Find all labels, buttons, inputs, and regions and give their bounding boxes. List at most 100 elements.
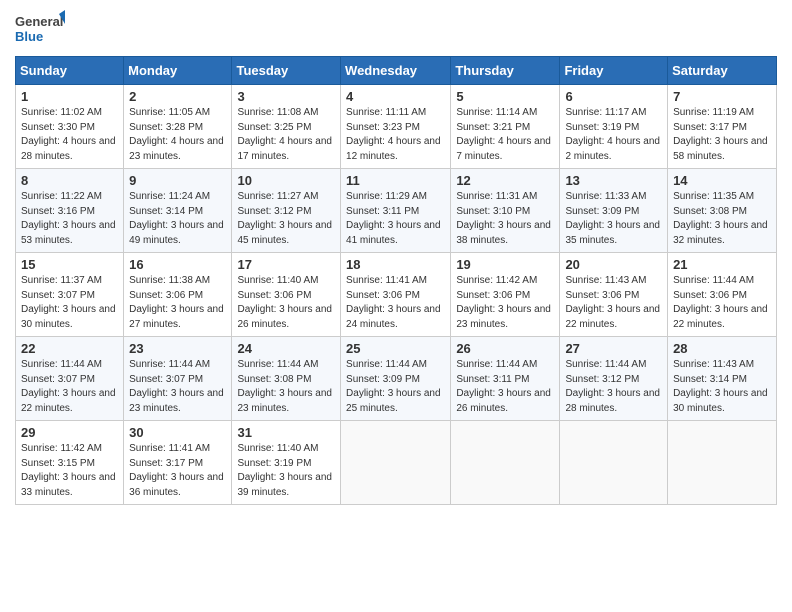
- day-number: 18: [346, 257, 445, 272]
- calendar-cell: 25 Sunrise: 11:44 AM Sunset: 3:09 PM Day…: [341, 337, 451, 421]
- calendar-cell: 8 Sunrise: 11:22 AM Sunset: 3:16 PM Dayl…: [16, 169, 124, 253]
- calendar-table: SundayMondayTuesdayWednesdayThursdayFrid…: [15, 56, 777, 505]
- svg-text:Blue: Blue: [15, 29, 43, 44]
- day-info: Sunrise: 11:41 AM Sunset: 3:17 PM Daylig…: [129, 442, 226, 500]
- calendar-cell: [341, 421, 451, 505]
- column-header-monday: Monday: [124, 57, 232, 85]
- column-header-friday: Friday: [560, 57, 668, 85]
- calendar-cell: [668, 421, 777, 505]
- calendar-cell: 9 Sunrise: 11:24 AM Sunset: 3:14 PM Dayl…: [124, 169, 232, 253]
- day-number: 11: [346, 173, 445, 188]
- calendar-week-row: 29 Sunrise: 11:42 AM Sunset: 3:15 PM Day…: [16, 421, 777, 505]
- day-number: 3: [237, 89, 335, 104]
- day-number: 1: [21, 89, 118, 104]
- calendar-header-row: SundayMondayTuesdayWednesdayThursdayFrid…: [16, 57, 777, 85]
- day-info: Sunrise: 11:40 AM Sunset: 3:06 PM Daylig…: [237, 274, 335, 332]
- calendar-cell: 16 Sunrise: 11:38 AM Sunset: 3:06 PM Day…: [124, 253, 232, 337]
- column-header-saturday: Saturday: [668, 57, 777, 85]
- calendar-cell: 11 Sunrise: 11:29 AM Sunset: 3:11 PM Day…: [341, 169, 451, 253]
- calendar-cell: 6 Sunrise: 11:17 AM Sunset: 3:19 PM Dayl…: [560, 85, 668, 169]
- calendar-cell: 22 Sunrise: 11:44 AM Sunset: 3:07 PM Day…: [16, 337, 124, 421]
- calendar-cell: 20 Sunrise: 11:43 AM Sunset: 3:06 PM Day…: [560, 253, 668, 337]
- day-info: Sunrise: 11:38 AM Sunset: 3:06 PM Daylig…: [129, 274, 226, 332]
- day-info: Sunrise: 11:22 AM Sunset: 3:16 PM Daylig…: [21, 190, 118, 248]
- day-number: 22: [21, 341, 118, 356]
- day-info: Sunrise: 11:42 AM Sunset: 3:06 PM Daylig…: [456, 274, 554, 332]
- calendar-cell: 29 Sunrise: 11:42 AM Sunset: 3:15 PM Day…: [16, 421, 124, 505]
- calendar-cell: 14 Sunrise: 11:35 AM Sunset: 3:08 PM Day…: [668, 169, 777, 253]
- day-number: 2: [129, 89, 226, 104]
- day-number: 24: [237, 341, 335, 356]
- day-info: Sunrise: 11:44 AM Sunset: 3:06 PM Daylig…: [673, 274, 771, 332]
- day-info: Sunrise: 11:44 AM Sunset: 3:08 PM Daylig…: [237, 358, 335, 416]
- logo: General Blue: [15, 10, 65, 50]
- day-info: Sunrise: 11:41 AM Sunset: 3:06 PM Daylig…: [346, 274, 445, 332]
- day-info: Sunrise: 11:35 AM Sunset: 3:08 PM Daylig…: [673, 190, 771, 248]
- day-info: Sunrise: 11:44 AM Sunset: 3:07 PM Daylig…: [21, 358, 118, 416]
- day-info: Sunrise: 11:44 AM Sunset: 3:07 PM Daylig…: [129, 358, 226, 416]
- day-info: Sunrise: 11:24 AM Sunset: 3:14 PM Daylig…: [129, 190, 226, 248]
- column-header-thursday: Thursday: [451, 57, 560, 85]
- calendar-cell: 2 Sunrise: 11:05 AM Sunset: 3:28 PM Dayl…: [124, 85, 232, 169]
- day-number: 15: [21, 257, 118, 272]
- calendar-cell: 18 Sunrise: 11:41 AM Sunset: 3:06 PM Day…: [341, 253, 451, 337]
- calendar-cell: 5 Sunrise: 11:14 AM Sunset: 3:21 PM Dayl…: [451, 85, 560, 169]
- day-number: 29: [21, 425, 118, 440]
- day-number: 5: [456, 89, 554, 104]
- day-info: Sunrise: 11:43 AM Sunset: 3:14 PM Daylig…: [673, 358, 771, 416]
- day-number: 6: [565, 89, 662, 104]
- day-number: 9: [129, 173, 226, 188]
- calendar-cell: 7 Sunrise: 11:19 AM Sunset: 3:17 PM Dayl…: [668, 85, 777, 169]
- calendar-week-row: 8 Sunrise: 11:22 AM Sunset: 3:16 PM Dayl…: [16, 169, 777, 253]
- column-header-wednesday: Wednesday: [341, 57, 451, 85]
- day-number: 17: [237, 257, 335, 272]
- calendar-cell: 23 Sunrise: 11:44 AM Sunset: 3:07 PM Day…: [124, 337, 232, 421]
- day-number: 7: [673, 89, 771, 104]
- day-info: Sunrise: 11:14 AM Sunset: 3:21 PM Daylig…: [456, 106, 554, 164]
- calendar-week-row: 15 Sunrise: 11:37 AM Sunset: 3:07 PM Day…: [16, 253, 777, 337]
- day-number: 16: [129, 257, 226, 272]
- calendar-cell: 27 Sunrise: 11:44 AM Sunset: 3:12 PM Day…: [560, 337, 668, 421]
- calendar-cell: 1 Sunrise: 11:02 AM Sunset: 3:30 PM Dayl…: [16, 85, 124, 169]
- calendar-cell: 15 Sunrise: 11:37 AM Sunset: 3:07 PM Day…: [16, 253, 124, 337]
- day-number: 12: [456, 173, 554, 188]
- calendar-cell: 4 Sunrise: 11:11 AM Sunset: 3:23 PM Dayl…: [341, 85, 451, 169]
- calendar-cell: 21 Sunrise: 11:44 AM Sunset: 3:06 PM Day…: [668, 253, 777, 337]
- day-info: Sunrise: 11:19 AM Sunset: 3:17 PM Daylig…: [673, 106, 771, 164]
- calendar-cell: 12 Sunrise: 11:31 AM Sunset: 3:10 PM Day…: [451, 169, 560, 253]
- day-number: 25: [346, 341, 445, 356]
- day-number: 10: [237, 173, 335, 188]
- day-info: Sunrise: 11:44 AM Sunset: 3:09 PM Daylig…: [346, 358, 445, 416]
- calendar-cell: [451, 421, 560, 505]
- day-info: Sunrise: 11:44 AM Sunset: 3:12 PM Daylig…: [565, 358, 662, 416]
- day-info: Sunrise: 11:37 AM Sunset: 3:07 PM Daylig…: [21, 274, 118, 332]
- calendar-cell: 10 Sunrise: 11:27 AM Sunset: 3:12 PM Day…: [232, 169, 341, 253]
- day-info: Sunrise: 11:08 AM Sunset: 3:25 PM Daylig…: [237, 106, 335, 164]
- day-number: 20: [565, 257, 662, 272]
- day-number: 31: [237, 425, 335, 440]
- day-number: 21: [673, 257, 771, 272]
- day-info: Sunrise: 11:31 AM Sunset: 3:10 PM Daylig…: [456, 190, 554, 248]
- day-number: 4: [346, 89, 445, 104]
- day-number: 8: [21, 173, 118, 188]
- column-header-sunday: Sunday: [16, 57, 124, 85]
- calendar-cell: 30 Sunrise: 11:41 AM Sunset: 3:17 PM Day…: [124, 421, 232, 505]
- calendar-week-row: 1 Sunrise: 11:02 AM Sunset: 3:30 PM Dayl…: [16, 85, 777, 169]
- logo-svg: General Blue: [15, 10, 65, 50]
- calendar-cell: 13 Sunrise: 11:33 AM Sunset: 3:09 PM Day…: [560, 169, 668, 253]
- day-info: Sunrise: 11:17 AM Sunset: 3:19 PM Daylig…: [565, 106, 662, 164]
- day-info: Sunrise: 11:27 AM Sunset: 3:12 PM Daylig…: [237, 190, 335, 248]
- day-number: 26: [456, 341, 554, 356]
- day-number: 13: [565, 173, 662, 188]
- day-number: 28: [673, 341, 771, 356]
- calendar-week-row: 22 Sunrise: 11:44 AM Sunset: 3:07 PM Day…: [16, 337, 777, 421]
- day-number: 27: [565, 341, 662, 356]
- calendar-cell: 17 Sunrise: 11:40 AM Sunset: 3:06 PM Day…: [232, 253, 341, 337]
- day-number: 19: [456, 257, 554, 272]
- day-number: 30: [129, 425, 226, 440]
- day-info: Sunrise: 11:33 AM Sunset: 3:09 PM Daylig…: [565, 190, 662, 248]
- calendar-cell: 24 Sunrise: 11:44 AM Sunset: 3:08 PM Day…: [232, 337, 341, 421]
- calendar-cell: 19 Sunrise: 11:42 AM Sunset: 3:06 PM Day…: [451, 253, 560, 337]
- calendar-cell: 26 Sunrise: 11:44 AM Sunset: 3:11 PM Day…: [451, 337, 560, 421]
- svg-text:General: General: [15, 14, 63, 29]
